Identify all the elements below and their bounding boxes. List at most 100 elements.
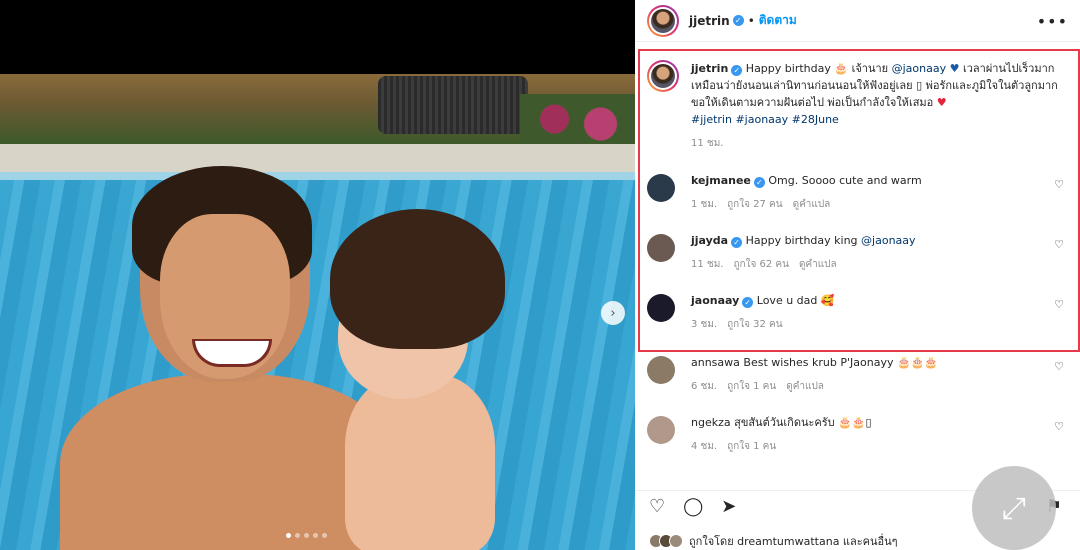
comment-item: jaonaay ✓ Love u dad 🥰 3 ชม. ถูกใจ 32 คน … [647, 292, 1072, 332]
comment-mention-link[interactable]: @jaonaay [861, 234, 916, 247]
liked-by-row: ถูกใจโดย dreamtumwattana และคนอื่นๆ [649, 532, 898, 550]
like-heart-icon[interactable]: ♡ [649, 496, 665, 517]
comment-item: annsawa Best wishes krub P'Jaonayy 🎂🎂🎂 6… [647, 354, 1072, 394]
author-username[interactable]: jjetrin [689, 14, 730, 28]
share-icon[interactable]: ➤ [721, 496, 736, 517]
commenter-avatar[interactable] [647, 356, 675, 384]
carousel-dot [322, 533, 327, 538]
liked-by-text[interactable]: ถูกใจโดย dreamtumwattana และคนอื่นๆ [689, 532, 898, 550]
author-avatar[interactable] [647, 4, 679, 37]
comment-time: 4 ชม. [691, 441, 718, 452]
cake-emoji-icon: 🎂 [834, 62, 849, 75]
expand-button[interactable]: ⤢ [972, 466, 1056, 550]
like-comment-heart-icon[interactable]: ♡ [1054, 238, 1064, 251]
like-comment-heart-icon[interactable]: ♡ [1054, 420, 1064, 433]
comment-item: jjayda ✓ Happy birthday king @jaonaay 11 … [647, 232, 1072, 272]
comment-likes-link[interactable]: ถูกใจ 32 คน [727, 317, 782, 332]
cake-emoji-icon: 🎂🎂🎂 [896, 356, 939, 369]
caption-avatar[interactable] [647, 60, 679, 92]
caption-time: 11 ชม. [691, 138, 724, 149]
see-translation-link[interactable]: ดูคำแปล [799, 257, 837, 272]
comment-likes-link[interactable]: ถูกใจ 27 คน [727, 197, 782, 212]
comment-username[interactable]: jjayda [691, 234, 728, 247]
baby-hair [330, 209, 505, 349]
commenter-avatar[interactable] [647, 416, 675, 444]
verified-badge-icon: ✓ [731, 65, 743, 76]
caption-text: jjetrin ✓ Happy birthday 🎂 เจ้านาย @jaona… [691, 60, 1061, 128]
carousel-dot [313, 533, 318, 538]
post-caption: jjetrin ✓ Happy birthday 🎂 เจ้านาย @jaona… [647, 60, 1072, 151]
smiling-emoji-icon: 🥰 [820, 294, 835, 307]
expand-arrows-icon: ⤢ [1002, 490, 1026, 526]
pool-deck [0, 144, 635, 174]
caption-username[interactable]: jjetrin [691, 62, 728, 75]
comment-text: jaonaay ✓ Love u dad 🥰 [691, 292, 1051, 309]
comment-icon[interactable]: ◯ [683, 496, 703, 517]
comment-item: kejmanee ✓ Omg. Soooo cute and warm 1 ชม.… [647, 172, 1072, 212]
comment-likes-link[interactable]: ถูกใจ 1 คน [727, 439, 776, 454]
comment-likes-link[interactable]: ถูกใจ 1 คน [727, 379, 776, 394]
commenter-avatar[interactable] [647, 294, 675, 322]
commenter-avatar[interactable] [647, 174, 675, 202]
post-header: jjetrin ✓ • ติดตาม ••• [635, 0, 1080, 42]
comment-time: 1 ชม. [691, 199, 718, 210]
like-comment-heart-icon[interactable]: ♡ [1054, 360, 1064, 373]
comment-body: สุขสันต์วันเกิดนะครับ [734, 416, 835, 429]
pool-edge [0, 172, 635, 180]
comment-text: annsawa Best wishes krub P'Jaonayy 🎂🎂🎂 [691, 354, 1051, 371]
post-photo[interactable] [0, 74, 635, 550]
comment-meta: 1 ชม. ถูกใจ 27 คน ดูคำแปล [691, 197, 1051, 212]
comment-body: Omg. Soooo cute and warm [768, 174, 922, 187]
caption-mention-link[interactable]: @jaonaay [892, 62, 947, 75]
header-separator: • [747, 13, 755, 28]
comment-time: 6 ชม. [691, 381, 718, 392]
caption-part-2: เจ้านาย [851, 62, 889, 75]
comment-username[interactable]: jaonaay [691, 294, 739, 307]
carousel-next-button[interactable]: › [601, 301, 625, 325]
cake-emoji-icon: 🎂🎂▯ [838, 416, 872, 429]
comment-username[interactable]: kejmanee [691, 174, 751, 187]
instagram-post-view: › jjetrin ✓ • ติดตาม ••• jjetrin ✓ Happy… [0, 0, 1080, 550]
liker-avatars [649, 534, 683, 548]
caption-hashtags[interactable]: #jjetrin #jaonaay #28June [691, 111, 1061, 128]
comment-meta: 11 ชม. ถูกใจ 62 คน ดูคำแปล [691, 257, 1051, 272]
blue-heart-emoji-icon: ♥ [949, 62, 960, 75]
carousel-dot [286, 533, 291, 538]
verified-badge-icon: ✓ [731, 237, 743, 248]
see-translation-link[interactable]: ดูคำแปล [793, 197, 831, 212]
comment-username[interactable]: annsawa [691, 356, 740, 369]
commenter-avatar[interactable] [647, 234, 675, 262]
carousel-dots [286, 533, 327, 538]
comment-meta: 6 ชม. ถูกใจ 1 คน ดูคำแปล [691, 379, 1051, 394]
comment-body: Happy birthday king [745, 234, 858, 247]
comment-body: Best wishes krub P'Jaonayy [743, 356, 894, 369]
red-heart-emoji-icon: ♥ [936, 96, 947, 109]
like-comment-heart-icon[interactable]: ♡ [1054, 298, 1064, 311]
caption-part-1: Happy birthday [745, 62, 831, 75]
comment-item: ngekza สุขสันต์วันเกิดนะครับ 🎂🎂▯ 4 ชม. ถ… [647, 414, 1072, 454]
emoji-icon: ▯ [916, 79, 923, 92]
comment-time: 3 ชม. [691, 319, 718, 330]
caption-meta: 11 ชม. [691, 136, 1061, 151]
comment-meta: 3 ชม. ถูกใจ 32 คน [691, 317, 1051, 332]
follow-button[interactable]: ติดตาม [759, 11, 797, 30]
more-options-icon[interactable]: ••• [1037, 12, 1068, 31]
flower-bush [520, 94, 635, 144]
baby-body [345, 374, 495, 550]
comment-likes-link[interactable]: ถูกใจ 62 คน [733, 257, 788, 272]
post-media-panel: › [0, 0, 635, 550]
comment-text: kejmanee ✓ Omg. Soooo cute and warm [691, 172, 1051, 189]
comment-username[interactable]: ngekza [691, 416, 731, 429]
like-comment-heart-icon[interactable]: ♡ [1054, 178, 1064, 191]
comment-body: Love u dad [756, 294, 818, 307]
chevron-right-icon: › [610, 305, 616, 321]
carousel-dot [295, 533, 300, 538]
carousel-dot [304, 533, 309, 538]
comment-time: 11 ชม. [691, 259, 724, 270]
verified-badge-icon: ✓ [753, 177, 765, 188]
liker-avatar[interactable] [669, 534, 683, 548]
comment-text: jjayda ✓ Happy birthday king @jaonaay [691, 232, 1051, 249]
verified-badge-icon: ✓ [742, 297, 754, 308]
comment-text: ngekza สุขสันต์วันเกิดนะครับ 🎂🎂▯ [691, 414, 1051, 431]
see-translation-link[interactable]: ดูคำแปล [786, 379, 824, 394]
